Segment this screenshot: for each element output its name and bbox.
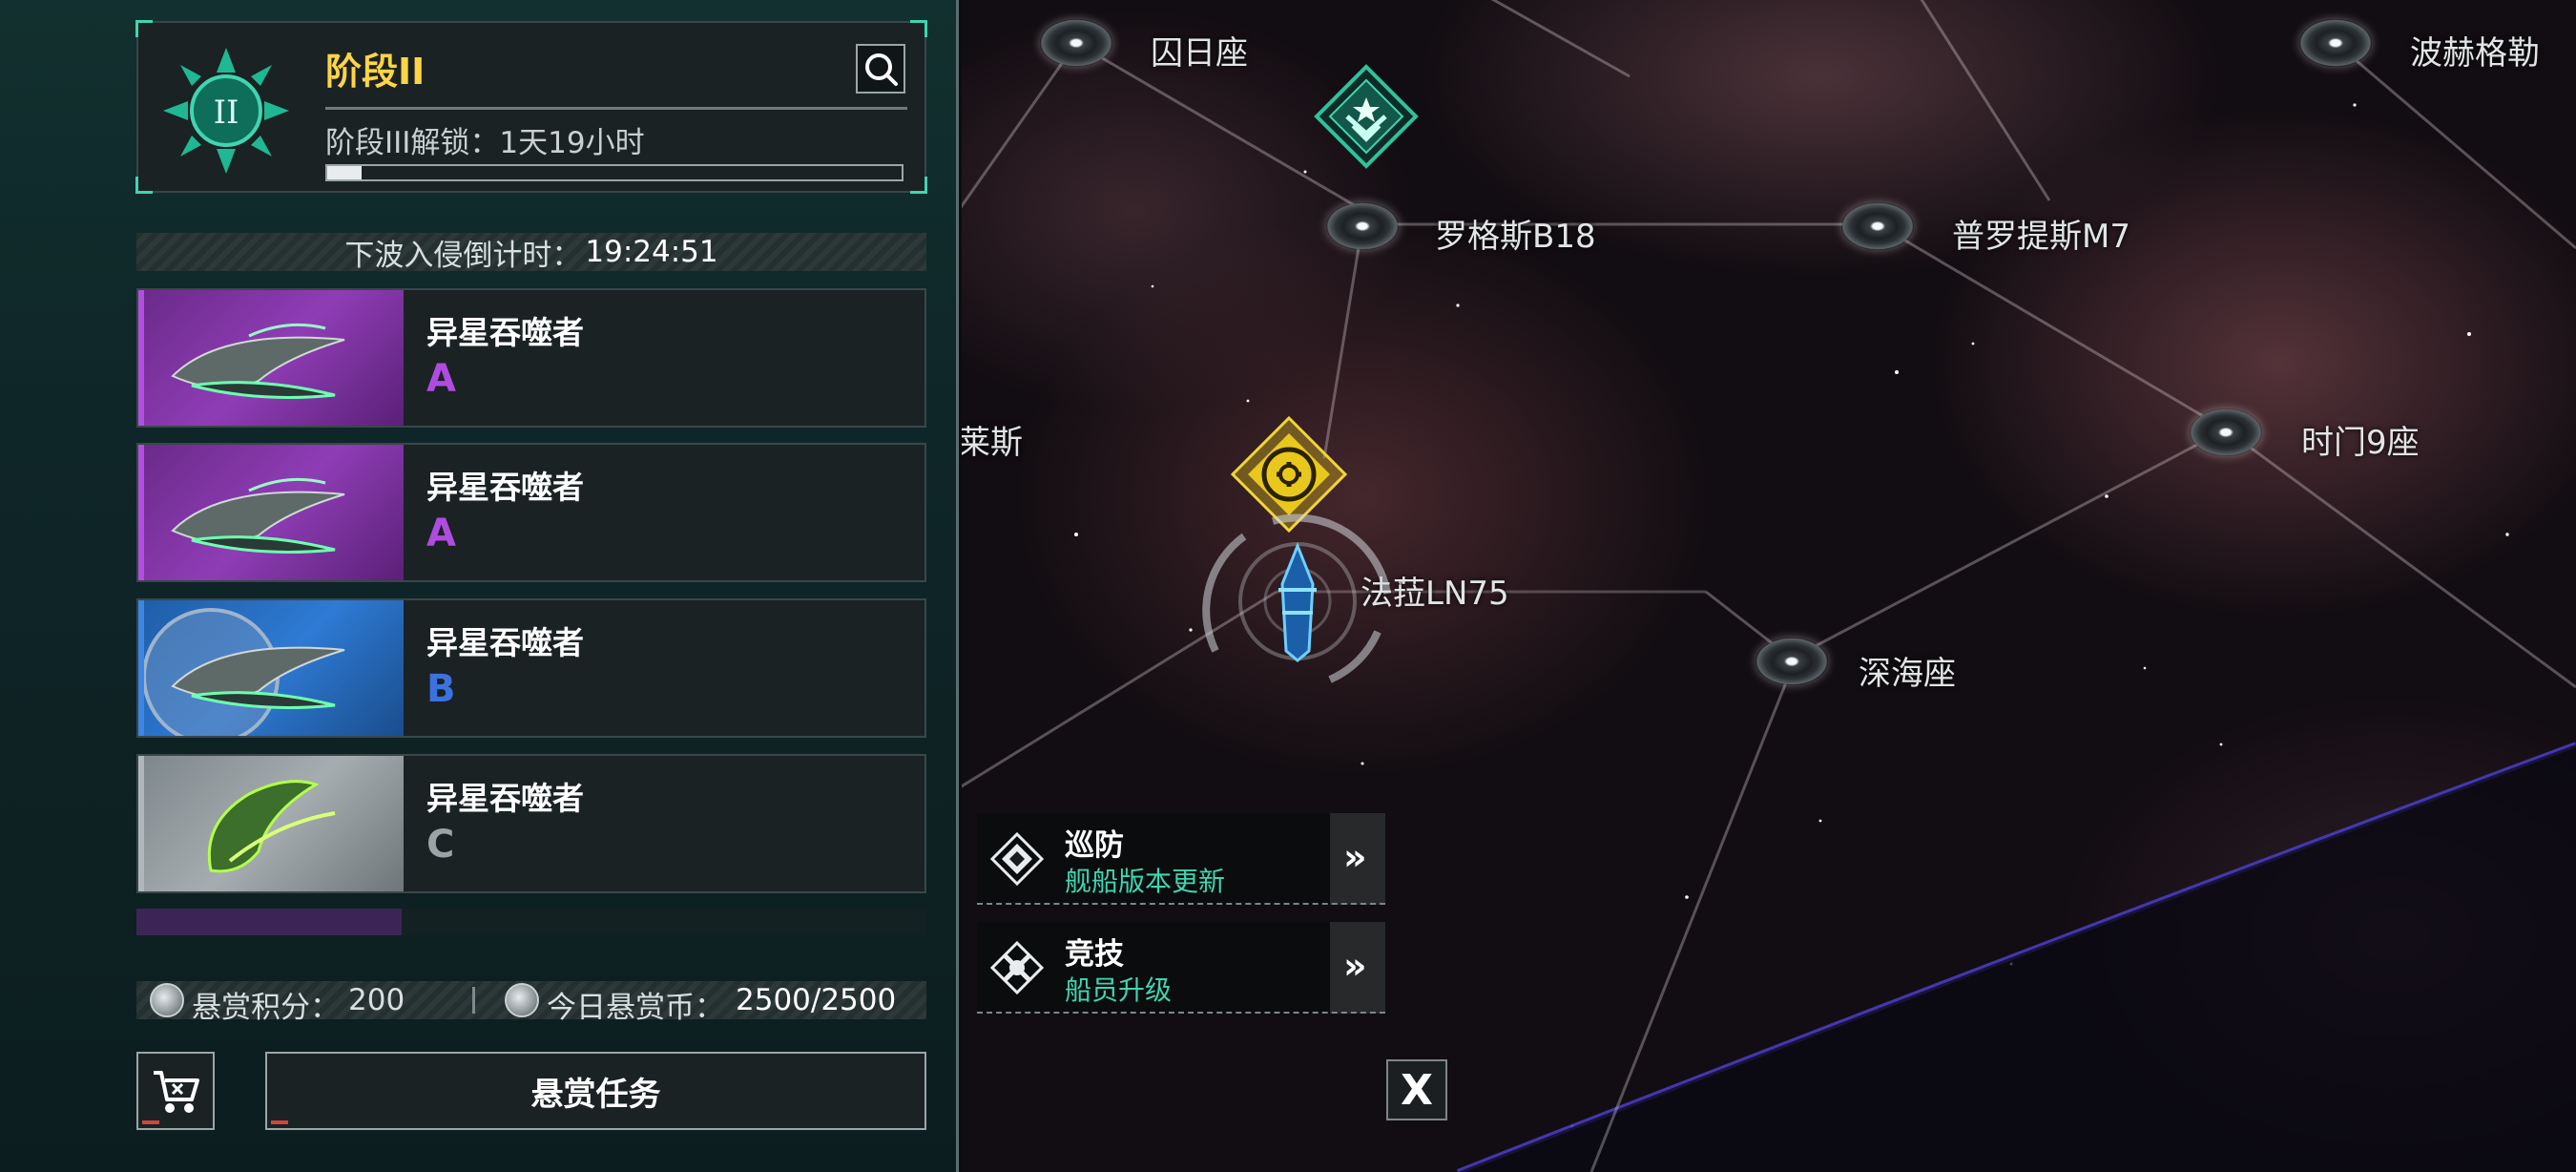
corner-ornament [910, 177, 927, 194]
arena-title: 竞技 [1065, 937, 1124, 972]
target-name: 异星吞噬者 [426, 469, 584, 506]
target-card[interactable]: 异星吞噬者 C [136, 754, 926, 893]
target-card-partial[interactable] [136, 909, 926, 935]
star-map[interactable]: 囚日座 波赫格勒 罗格斯B18 普罗提斯M7 莱斯 时门9座 法菈LN75 深海… [962, 0, 2576, 1172]
bounty-task-label: 悬赏任务 [530, 1075, 661, 1114]
daily-coins-value: 2500/2500 [736, 983, 897, 1017]
stage-card[interactable]: II 阶段II 阶段III解锁：1天19小时 [135, 20, 927, 194]
bounty-task-button[interactable]: 悬赏任务 [265, 1052, 926, 1130]
system-label[interactable]: 莱斯 [962, 416, 1023, 463]
invasion-countdown: 下波入侵倒计时： 19:24:51 [136, 233, 926, 273]
notification-mark [271, 1120, 288, 1124]
corner-ornament [135, 20, 153, 37]
alien-ship-portrait [138, 445, 404, 580]
arena-icon [990, 941, 1044, 994]
player-ship-icon[interactable] [1187, 508, 1408, 695]
target-grade: A [426, 512, 456, 555]
patrol-title: 巡防 [1065, 828, 1124, 863]
countdown-label: 下波入侵倒计时： [344, 238, 582, 273]
patrol-icon [990, 832, 1044, 886]
alien-ship-portrait [138, 290, 404, 426]
bounty-summary: 悬赏积分： 200 今日悬赏币： 2500/2500 [136, 981, 926, 1025]
divider [472, 987, 475, 1014]
shop-cart-icon [154, 1071, 199, 1113]
stage-unlock-text: 阶段III解锁：1天19小时 [325, 126, 645, 160]
system-label[interactable]: 囚日座 [1151, 27, 1248, 73]
search-button[interactable] [856, 44, 905, 94]
bounty-panel: II 阶段II 阶段III解锁：1天19小时 下波入侵倒计时： 19:24:51 [0, 0, 959, 1172]
corner-ornament [135, 177, 153, 194]
bounty-points-value: 200 [348, 983, 405, 1017]
double-chevron-icon: » [1343, 945, 1367, 987]
rank-badge-icon[interactable] [1313, 63, 1420, 170]
planet-surface [1458, 744, 2576, 1172]
stage-progress-fill [327, 166, 363, 179]
system-label[interactable]: 罗格斯B18 [1435, 210, 1596, 257]
star-system-node[interactable] [2299, 19, 2372, 67]
stage-divider [325, 107, 907, 110]
target-grade: A [426, 357, 456, 401]
patrol-button[interactable]: 巡防 舰船版本更新 » [977, 813, 1385, 905]
system-label[interactable]: 时门9座 [2301, 416, 2420, 463]
star-system-node[interactable] [1841, 202, 1914, 250]
arena-subtitle: 船员升级 [1065, 974, 1173, 1006]
close-button[interactable]: X [1386, 1059, 1447, 1120]
alien-ship-portrait [138, 600, 404, 736]
notification-mark [142, 1120, 159, 1124]
star-system-node[interactable] [1326, 202, 1399, 250]
target-name: 异星吞噬者 [426, 780, 584, 817]
system-label[interactable]: 普罗提斯M7 [1952, 210, 2130, 257]
target-card[interactable]: 异星吞噬者 B [136, 598, 926, 738]
bounty-points-label: 悬赏积分： [192, 991, 340, 1025]
stage-title: 阶段II [325, 51, 426, 93]
star-system-node[interactable] [2190, 408, 2262, 456]
target-card[interactable]: 异星吞噬者 A [136, 443, 926, 582]
countdown-value: 19:24:51 [585, 235, 718, 269]
target-name: 异星吞噬者 [426, 314, 584, 351]
target-grade: C [426, 823, 455, 867]
system-label[interactable]: 波赫格勒 [2410, 27, 2540, 73]
close-icon: X [1401, 1065, 1433, 1115]
star-system-node[interactable] [1755, 638, 1828, 685]
stage-emblem-icon: II [159, 44, 293, 178]
system-label[interactable]: 深海座 [1859, 647, 1956, 694]
patrol-subtitle: 舰船版本更新 [1065, 866, 1226, 897]
coin-icon [505, 983, 539, 1017]
corner-ornament [910, 20, 927, 37]
double-chevron-icon: » [1343, 836, 1367, 878]
target-grade: B [426, 667, 456, 711]
arena-button[interactable]: 竞技 船员升级 » [977, 922, 1385, 1014]
alien-ship-portrait [138, 756, 404, 891]
daily-coins-label: 今日悬赏币： [547, 991, 724, 1025]
coin-icon [150, 983, 184, 1017]
target-card[interactable]: 异星吞噬者 A [136, 288, 926, 428]
stage-emblem-label: II [214, 94, 239, 132]
shop-button[interactable] [136, 1052, 215, 1130]
stage-progress-bar [325, 164, 904, 181]
target-name: 异星吞噬者 [426, 624, 584, 661]
star-system-node[interactable] [1040, 19, 1112, 67]
search-icon [865, 53, 898, 86]
